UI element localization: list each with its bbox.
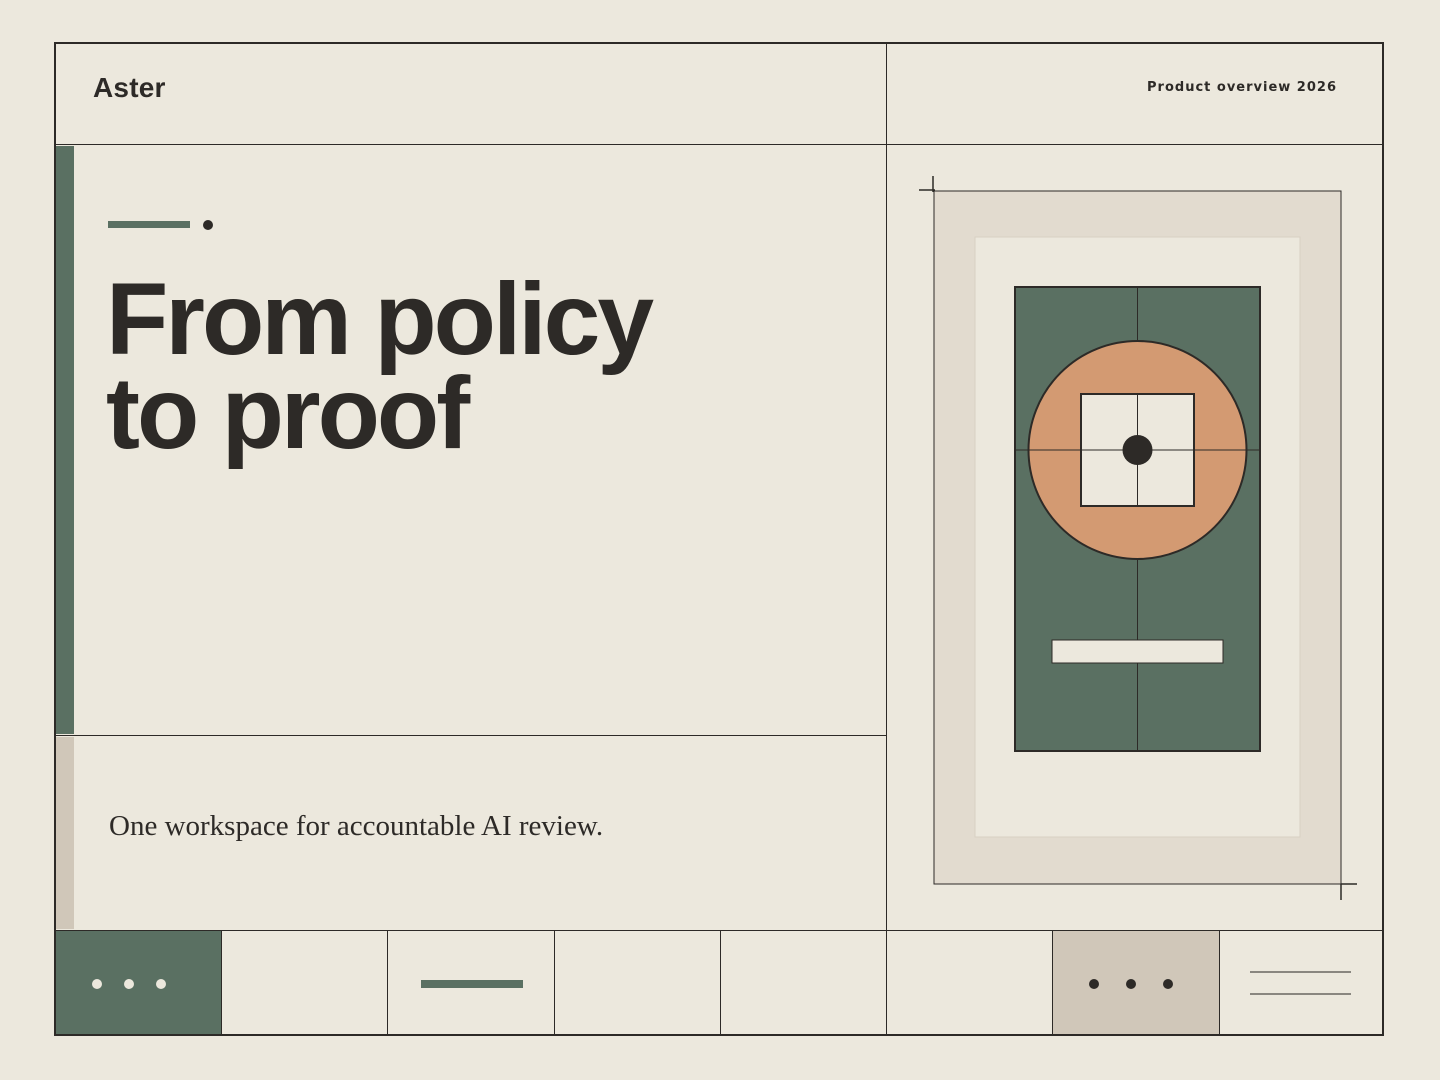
green-dash-icon (421, 980, 523, 988)
footer-cell-2 (222, 931, 388, 1034)
hamburger-lines-icon (1250, 971, 1351, 997)
accent-dash (108, 221, 190, 228)
hero-headline-line-2: to proof (106, 356, 470, 470)
footer-cell-3 (388, 931, 554, 1034)
footer-cell-8[interactable] (1220, 931, 1382, 1034)
divider-hero-bottom (56, 735, 886, 736)
footer-cell-6 (887, 931, 1053, 1034)
accent-dot (203, 220, 213, 230)
artwork-center-dot (1122, 435, 1153, 465)
side-accent-strip-secondary (56, 737, 74, 929)
hero-headline: From policy to proof (106, 262, 654, 470)
footer-cell-5 (721, 931, 887, 1034)
page-frame: Aster Product overview 2026 From policy … (54, 42, 1384, 1036)
footer-cell-7[interactable] (1053, 931, 1220, 1034)
hero-headline-line-1: From policy (106, 262, 654, 376)
page-subtitle: Product overview 2026 (1147, 80, 1337, 95)
ellipsis-icon (56, 931, 222, 1034)
brand-logo[interactable]: Aster (93, 72, 166, 104)
target-artwork (919, 176, 1357, 900)
divider-header (56, 144, 1382, 145)
hero-tagline: One workspace for accountable AI review. (109, 810, 604, 842)
artwork-caption-bar (1051, 639, 1224, 664)
footer-cell-1[interactable] (56, 931, 222, 1034)
side-accent-strip (56, 146, 74, 734)
divider-vertical-main (886, 44, 887, 931)
footer-cell-4 (555, 931, 721, 1034)
ellipsis-icon (1053, 931, 1220, 1034)
